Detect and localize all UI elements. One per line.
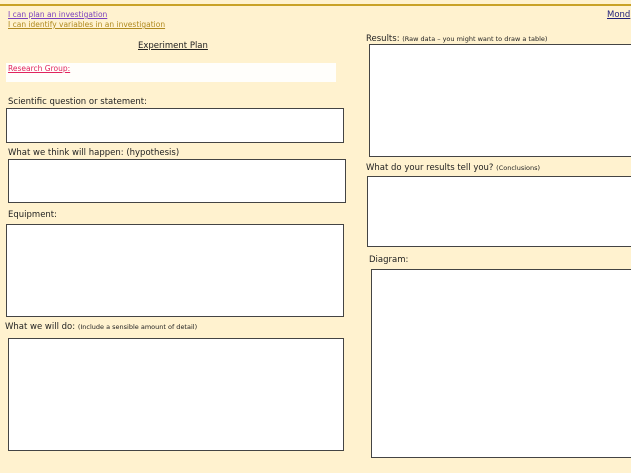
learning-objective-variables[interactable]: I can identify variables in an investiga…	[8, 20, 165, 29]
experiment-plan-title: Experiment Plan	[138, 41, 208, 51]
hypothesis-label: What we think will happen: (hypothesis)	[8, 148, 180, 158]
diagram-box[interactable]	[371, 269, 631, 458]
date-heading[interactable]: Mond	[607, 10, 630, 20]
conclusions-label: What do your results tell you? (Conclusi…	[366, 163, 540, 173]
results-note: (Raw data – you might want to draw a tab…	[402, 35, 548, 43]
results-label-text: Results:	[366, 34, 400, 44]
research-group-label: Research Group:	[8, 64, 71, 73]
conclusions-label-text: What do your results tell you?	[366, 163, 494, 173]
conclusions-note: (Conclusions)	[496, 164, 541, 172]
diagram-label: Diagram:	[369, 255, 409, 265]
method-label-text: What we will do:	[5, 322, 76, 332]
question-label: Scientific question or statement:	[8, 97, 147, 107]
results-box[interactable]	[369, 44, 631, 157]
results-label: Results: (Raw data – you might want to d…	[366, 34, 547, 44]
method-note: (Include a sensible amount of detail)	[77, 323, 198, 331]
conclusions-box[interactable]	[367, 176, 631, 247]
method-label: What we will do: (Include a sensible amo…	[5, 322, 197, 332]
hypothesis-box[interactable]	[8, 159, 346, 203]
method-box[interactable]	[8, 338, 344, 451]
equipment-box[interactable]	[6, 224, 344, 317]
learning-objective-plan[interactable]: I can plan an investigation	[8, 10, 107, 19]
question-box[interactable]	[6, 108, 344, 143]
top-border-line	[0, 4, 631, 6]
equipment-label: Equipment:	[8, 210, 58, 220]
